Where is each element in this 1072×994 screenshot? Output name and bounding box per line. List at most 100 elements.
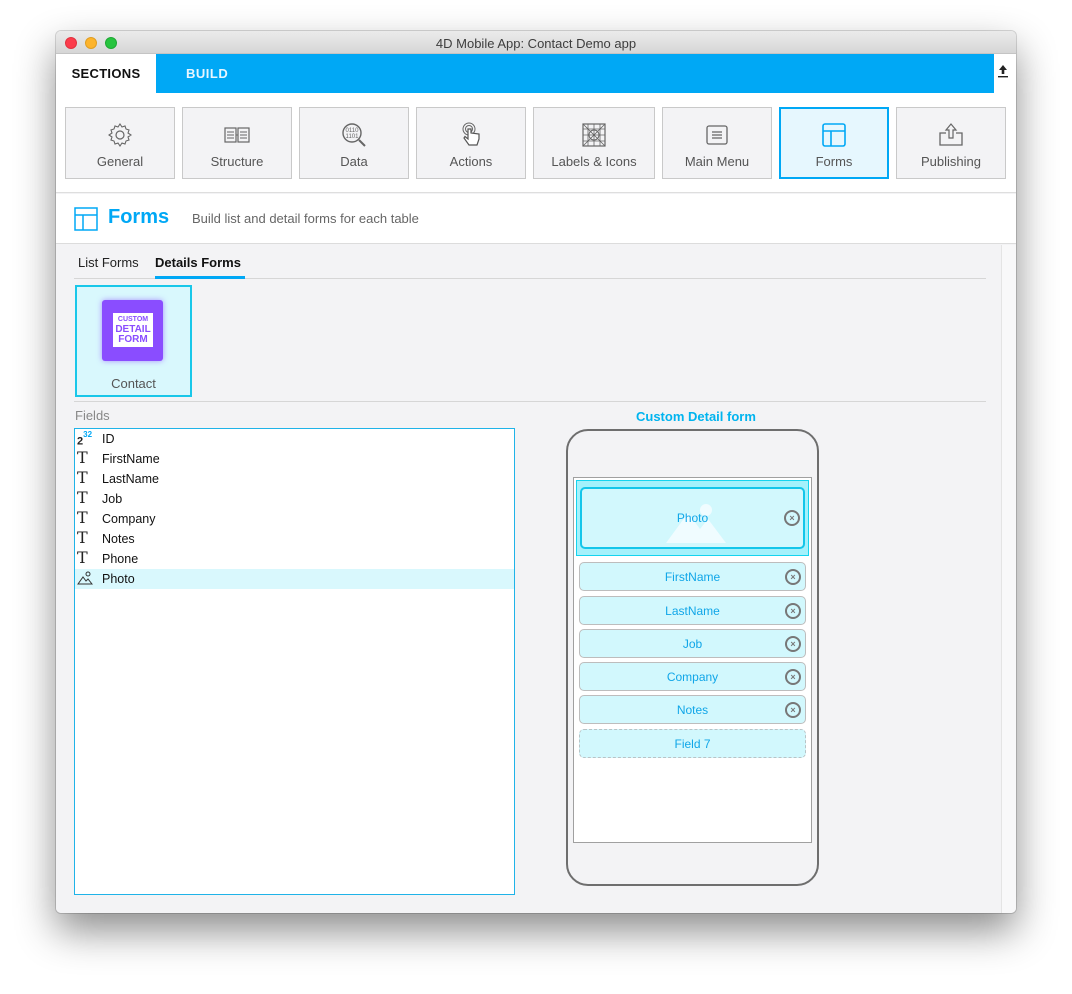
field-name: LastName: [102, 472, 159, 486]
photo-slot[interactable]: Photo ×: [576, 480, 809, 556]
forms-icon: [74, 207, 98, 231]
section-forms[interactable]: Forms: [779, 107, 889, 179]
field-name: Company: [102, 512, 156, 526]
forms-icon: [822, 123, 846, 147]
field-slot[interactable]: Job ×: [579, 629, 806, 658]
section-labels-icons[interactable]: Labels & Icons: [533, 107, 655, 179]
menu-icon: [706, 125, 728, 145]
phone-preview: Photo × FirstName × LastName × Job × Com…: [566, 429, 819, 886]
section-label: Forms: [815, 154, 853, 169]
section-main-menu[interactable]: Main Menu: [662, 107, 772, 179]
page-subtitle: Build list and detail forms for each tab…: [192, 211, 419, 226]
tab-sections[interactable]: SECTIONS: [56, 54, 156, 93]
slot-label: Notes: [676, 703, 709, 717]
section-label: Data: [340, 154, 368, 169]
field-row[interactable]: T FirstName: [75, 449, 514, 469]
tab-details-forms[interactable]: Details Forms: [155, 255, 241, 270]
remove-field-icon[interactable]: ×: [784, 510, 800, 526]
custom-detail-form-thumbnail: CUSTOM DETAIL FORM: [102, 300, 163, 361]
tap-hand-icon: [462, 122, 480, 146]
upload-icon: [998, 65, 1008, 78]
remove-field-icon[interactable]: ×: [785, 603, 801, 619]
integer-field-icon: 232: [77, 430, 93, 448]
field-name: Phone: [102, 552, 139, 566]
text-field-icon: T: [77, 528, 88, 547]
section-label: Publishing: [921, 154, 981, 169]
labels-icons-icon: [582, 123, 606, 147]
sections-toolbar: General Structure 0110 1101 Data Actions…: [56, 93, 1016, 193]
section-label: Structure: [210, 154, 264, 169]
field-row[interactable]: T Notes: [75, 529, 514, 549]
vertical-scrollbar[interactable]: [1001, 245, 1016, 913]
picture-field-icon: [77, 571, 93, 585]
window-title: 4D Mobile App: Contact Demo app: [435, 36, 637, 51]
empty-field-slot[interactable]: Field 7: [579, 729, 806, 758]
field-row[interactable]: 232 ID: [75, 429, 514, 449]
field-row[interactable]: T Job: [75, 489, 514, 509]
gear-icon: [108, 123, 132, 147]
field-name: Photo: [102, 572, 135, 586]
upload-button[interactable]: [996, 64, 1010, 82]
text-field-icon: T: [77, 448, 88, 467]
field-row[interactable]: T Company: [75, 509, 514, 529]
section-header: Forms Build list and detail forms for ea…: [56, 194, 1016, 244]
field-row[interactable]: T Phone: [75, 549, 514, 569]
text-field-icon: T: [77, 468, 88, 487]
text-field-icon: T: [77, 508, 88, 527]
section-label: Main Menu: [684, 154, 750, 169]
section-data[interactable]: 0110 1101 Data: [299, 107, 409, 179]
section-label: Actions: [449, 154, 493, 169]
page-title: Forms: [108, 206, 170, 228]
field-name: ID: [102, 432, 115, 446]
svg-text:1101: 1101: [346, 134, 360, 140]
section-general[interactable]: General: [65, 107, 175, 179]
structure-icon: [224, 127, 250, 143]
field-name: Notes: [102, 532, 135, 546]
form-table-label: Contact: [111, 376, 156, 391]
active-tab-indicator: [155, 276, 245, 279]
section-publishing[interactable]: Publishing: [896, 107, 1006, 179]
fields-list[interactable]: 232 ID T FirstName T LastName T Job T Co…: [74, 428, 515, 895]
data-search-icon: 0110 1101: [342, 123, 366, 147]
field-slot[interactable]: FirstName ×: [579, 562, 806, 591]
section-actions[interactable]: Actions: [416, 107, 526, 179]
section-label: General: [96, 154, 144, 169]
text-field-icon: T: [77, 548, 88, 567]
slot-label: FirstName: [664, 570, 721, 584]
photo-slot-inner: Photo ×: [580, 487, 805, 549]
form-type-tabs: List Forms Details Forms: [74, 245, 986, 279]
remove-field-icon[interactable]: ×: [785, 636, 801, 652]
forms-content: List Forms Details Forms CUSTOM DETAIL F…: [56, 245, 1001, 913]
section-label: Labels & Icons: [551, 154, 637, 169]
slot-label: Company: [666, 670, 719, 684]
title-bar: 4D Mobile App: Contact Demo app: [56, 31, 1016, 54]
slot-label: LastName: [665, 604, 720, 618]
slot-label: Job: [682, 637, 703, 651]
field-row[interactable]: T LastName: [75, 469, 514, 489]
field-slot[interactable]: Notes ×: [579, 695, 806, 724]
fields-label: Fields: [75, 408, 110, 423]
field-name: FirstName: [102, 452, 160, 466]
top-tab-bar: SECTIONS BUILD: [56, 54, 1016, 93]
tab-bar-background: BUILD: [156, 54, 994, 93]
tab-list-forms[interactable]: List Forms: [78, 255, 139, 270]
remove-field-icon[interactable]: ×: [785, 569, 801, 585]
form-template-tile[interactable]: CUSTOM DETAIL FORM Contact: [75, 285, 192, 397]
thumb-text: FORM: [118, 334, 148, 345]
field-slot[interactable]: LastName ×: [579, 596, 806, 625]
section-structure[interactable]: Structure: [182, 107, 292, 179]
slot-label: Photo: [676, 511, 709, 525]
field-row-selected[interactable]: Photo: [75, 569, 514, 589]
divider: [74, 401, 986, 402]
text-field-icon: T: [77, 488, 88, 507]
phone-screen: Photo × FirstName × LastName × Job × Com…: [573, 477, 812, 843]
remove-field-icon[interactable]: ×: [785, 669, 801, 685]
remove-field-icon[interactable]: ×: [785, 702, 801, 718]
field-slot[interactable]: Company ×: [579, 662, 806, 691]
preview-title: Custom Detail form: [636, 409, 756, 424]
tab-build[interactable]: BUILD: [186, 54, 228, 94]
app-window: 4D Mobile App: Contact Demo app SECTIONS…: [56, 31, 1016, 913]
publish-icon: [939, 123, 963, 146]
field-name: Job: [102, 492, 123, 506]
slot-label: Field 7: [674, 737, 711, 751]
